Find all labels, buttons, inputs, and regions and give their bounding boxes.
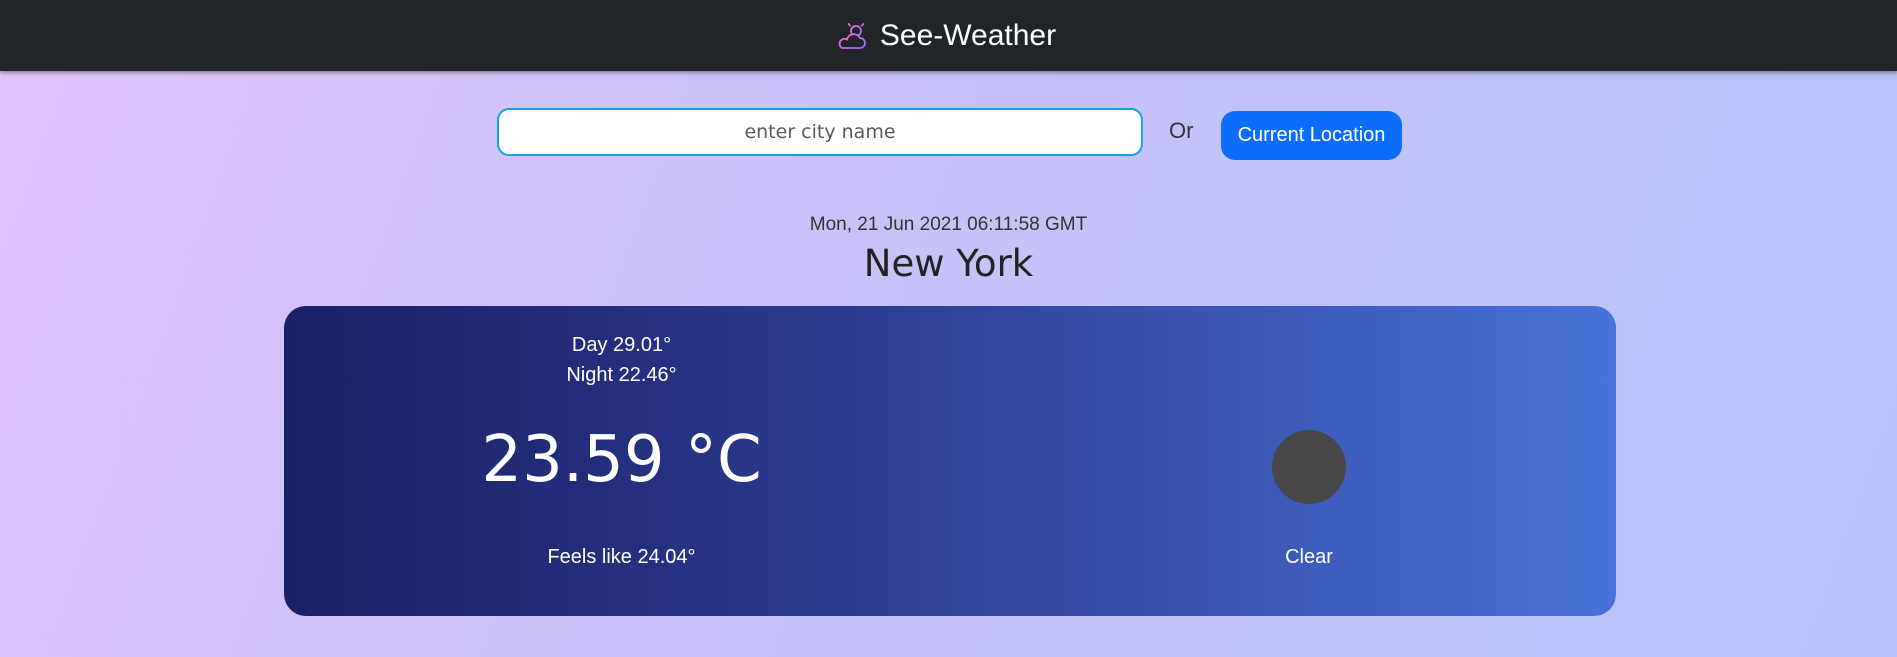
weather-card: Day 29.01° Night 22.46° 23.59 °C Feels l…: [284, 306, 1616, 616]
city-search-input[interactable]: [497, 108, 1143, 156]
partly-cloudy-sun-icon: [838, 19, 868, 49]
condition-panel: Clear: [1226, 306, 1386, 616]
app-title: See-Weather: [879, 18, 1057, 52]
search-row: Or Current Location: [0, 108, 1897, 160]
day-temperature: Day 29.01°: [571, 334, 672, 356]
clear-weather-icon: [1272, 430, 1346, 504]
date-time: Mon, 21 Jun 2021 06:11:58 GMT: [809, 214, 1088, 235]
current-location-button[interactable]: Current Location: [1221, 111, 1402, 160]
feels-like-temperature: Feels like 24.04°: [547, 546, 696, 568]
city-name: New York: [863, 242, 1034, 285]
brand[interactable]: See-Weather: [836, 19, 1056, 53]
or-label: Or: [1169, 118, 1194, 143]
night-temperature: Night 22.46°: [566, 364, 677, 386]
current-temperature: 23.59 °C: [481, 423, 762, 497]
temperature-panel: Day 29.01° Night 22.46° 23.59 °C Feels l…: [284, 306, 959, 616]
navbar: See-Weather: [0, 0, 1897, 71]
weather-condition: Clear: [1285, 546, 1333, 568]
